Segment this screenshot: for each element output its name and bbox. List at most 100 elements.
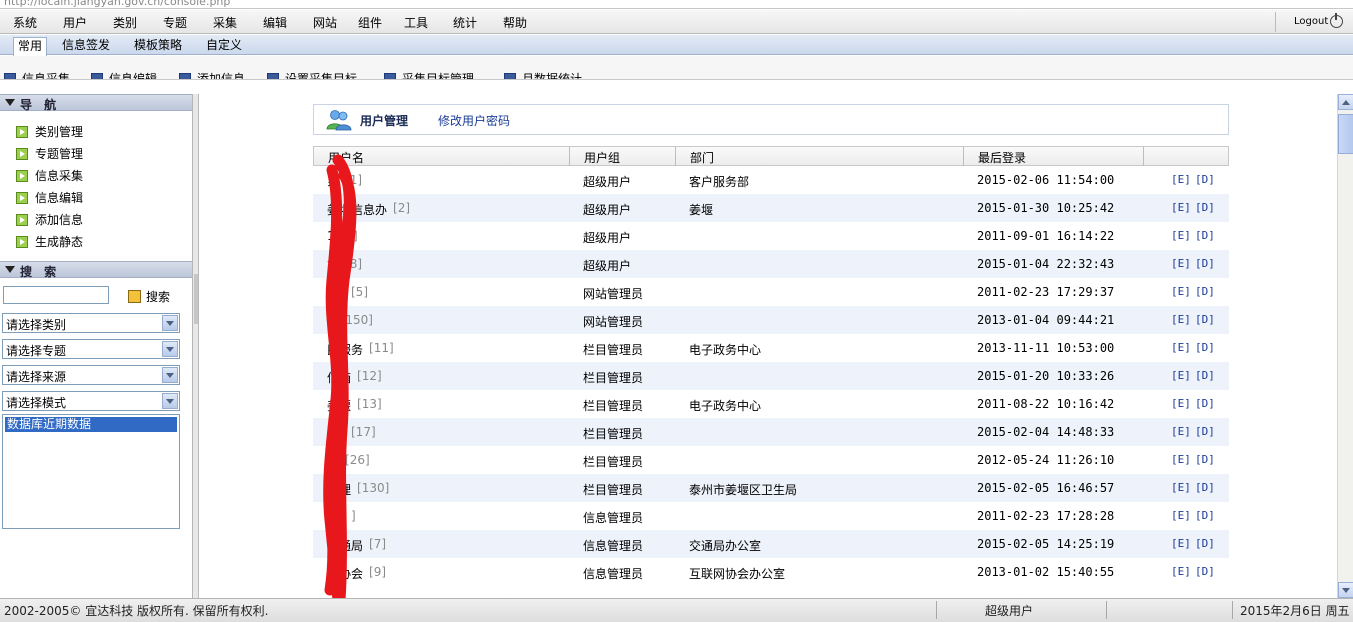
main-content: 用户管理 修改用户密码 用户名 用户组 部门 最后登录 系 [1] 超级用户 客户服务… bbox=[200, 94, 1337, 598]
nav-item-add[interactable]: 添加信息 bbox=[16, 211, 83, 229]
menu-topic[interactable]: 专题 bbox=[163, 14, 187, 31]
mode-select[interactable]: 请选择模式 bbox=[2, 391, 180, 411]
menu-category[interactable]: 类别 bbox=[113, 14, 137, 31]
cell-user-id: [13] bbox=[357, 397, 382, 411]
edit-link[interactable]: [E] bbox=[1171, 537, 1191, 550]
menu-stats[interactable]: 统计 bbox=[453, 14, 477, 31]
vertical-scrollbar[interactable] bbox=[1337, 94, 1353, 598]
menu-component[interactable]: 组件 bbox=[358, 14, 382, 31]
edit-link[interactable]: [E] bbox=[1171, 369, 1191, 382]
list-option-recent[interactable]: 数据库近期数据 bbox=[5, 417, 177, 432]
delete-link[interactable]: [D] bbox=[1195, 201, 1215, 214]
cell-user-id: [8] bbox=[345, 257, 363, 271]
tab-common[interactable]: 常用 bbox=[13, 37, 48, 56]
delete-link[interactable]: [D] bbox=[1195, 369, 1215, 382]
search-icon bbox=[128, 290, 141, 303]
edit-link[interactable]: [E] bbox=[1171, 201, 1191, 214]
delete-link[interactable]: [D] bbox=[1195, 173, 1215, 186]
toolbar-monthly-stats[interactable]: 月数据统计 bbox=[504, 70, 582, 79]
delete-link[interactable]: [D] bbox=[1195, 453, 1215, 466]
cell-last-login: 2015-02-05 14:25:19 bbox=[977, 537, 1115, 551]
menu-collect[interactable]: 采集 bbox=[213, 14, 237, 31]
delete-link[interactable]: [D] bbox=[1195, 537, 1215, 550]
cell-group: 信息管理员 bbox=[583, 511, 644, 525]
logout-button[interactable]: Logout bbox=[1275, 12, 1349, 32]
cell-user-id: [6] bbox=[340, 229, 358, 243]
delete-link[interactable]: [D] bbox=[1195, 229, 1215, 242]
delete-link[interactable]: [D] bbox=[1195, 285, 1215, 298]
search-section-header[interactable]: 搜 索 bbox=[0, 261, 192, 279]
tab-publish[interactable]: 信息签发 bbox=[58, 37, 114, 54]
menu-tools[interactable]: 工具 bbox=[404, 14, 428, 31]
col-group[interactable]: 用户组 bbox=[584, 149, 620, 166]
delete-link[interactable]: [D] bbox=[1195, 257, 1215, 270]
menu-user[interactable]: 用户 bbox=[63, 14, 87, 31]
address-bar[interactable]: http://localh.jiangyan.gov.cn/console.ph… bbox=[0, 0, 1353, 9]
edit-link[interactable]: [E] bbox=[1171, 481, 1191, 494]
edit-link[interactable]: [E] bbox=[1171, 397, 1191, 410]
menu-system[interactable]: 系统 bbox=[13, 14, 37, 31]
cell-username: 1 bbox=[327, 229, 335, 243]
tab-custom[interactable]: 自定义 bbox=[202, 37, 246, 54]
change-password-link[interactable]: 修改用户密码 bbox=[438, 112, 510, 129]
tab-template[interactable]: 模板策略 bbox=[130, 37, 186, 54]
nav-item-static[interactable]: 生成静态 bbox=[16, 233, 83, 251]
scroll-up-button[interactable] bbox=[1338, 94, 1353, 110]
edit-link[interactable]: [E] bbox=[1171, 453, 1191, 466]
search-button[interactable]: 搜索 bbox=[128, 288, 170, 305]
edit-link[interactable]: [E] bbox=[1171, 229, 1191, 242]
table-header: 用户名 用户组 部门 最后登录 bbox=[313, 146, 1229, 166]
toolbar-add[interactable]: 添加信息 bbox=[179, 70, 245, 79]
cell-username: 网协会 bbox=[327, 567, 364, 581]
edit-link[interactable]: [E] bbox=[1171, 257, 1191, 270]
delete-link[interactable]: [D] bbox=[1195, 425, 1215, 438]
delete-link[interactable]: [D] bbox=[1195, 509, 1215, 522]
topic-select[interactable]: 请选择专题 bbox=[2, 339, 180, 359]
category-select[interactable]: 请选择类别 bbox=[2, 313, 180, 333]
menu-help[interactable]: 帮助 bbox=[503, 14, 527, 31]
edit-link[interactable]: [E] bbox=[1171, 341, 1191, 354]
source-select[interactable]: 请选择来源 bbox=[2, 365, 180, 385]
scroll-thumb[interactable] bbox=[1338, 114, 1353, 154]
delete-link[interactable]: [D] bbox=[1195, 341, 1215, 354]
nav-item-edit[interactable]: 信息编辑 bbox=[16, 189, 83, 207]
delete-link[interactable]: [D] bbox=[1195, 481, 1215, 494]
cell-user-id: [12] bbox=[357, 369, 382, 383]
cell-group: 栏目管理员 bbox=[583, 483, 644, 497]
cell-username: 员 bbox=[327, 455, 340, 469]
toolbar-set-target[interactable]: 设置采集目标 bbox=[267, 70, 357, 79]
edit-link[interactable]: [E] bbox=[1171, 285, 1191, 298]
col-username[interactable]: 用户名 bbox=[328, 149, 364, 166]
data-source-listbox[interactable]: 数据库近期数据 bbox=[2, 414, 180, 529]
edit-link[interactable]: [E] bbox=[1171, 509, 1191, 522]
col-department[interactable]: 部门 bbox=[690, 149, 714, 166]
arrow-right-icon bbox=[16, 148, 28, 160]
edit-link[interactable]: [E] bbox=[1171, 313, 1191, 326]
cell-last-login: 2015-01-30 10:25:42 bbox=[977, 201, 1115, 215]
menu-website[interactable]: 网站 bbox=[313, 14, 337, 31]
search-input[interactable] bbox=[3, 286, 109, 304]
cell-department: 姜堰 bbox=[689, 203, 714, 217]
sidebar-splitter[interactable] bbox=[193, 94, 199, 598]
delete-link[interactable]: [D] bbox=[1195, 397, 1215, 410]
nav-section-header[interactable]: 导 航 bbox=[0, 94, 192, 112]
edit-link[interactable]: [E] bbox=[1171, 173, 1191, 186]
nav-item-topic[interactable]: 专题管理 bbox=[16, 145, 83, 163]
menu-edit[interactable]: 编辑 bbox=[263, 14, 287, 31]
edit-link[interactable]: [E] bbox=[1171, 565, 1191, 578]
chevron-down-icon bbox=[162, 341, 178, 357]
toolbar-collect[interactable]: 信息采集 bbox=[4, 70, 70, 79]
toolbar-edit[interactable]: 信息编辑 bbox=[91, 70, 157, 79]
cell-last-login: 2011-02-23 17:28:28 bbox=[977, 509, 1115, 523]
scroll-down-button[interactable] bbox=[1338, 582, 1353, 598]
toolbar-target-manage[interactable]: 采集目标管理 bbox=[384, 70, 474, 79]
cell-username: 高 bbox=[327, 259, 340, 273]
nav-item-category[interactable]: 类别管理 bbox=[16, 123, 83, 141]
cell-user-id: [150] bbox=[340, 313, 373, 327]
col-last-login[interactable]: 最后登录 bbox=[978, 149, 1026, 166]
delete-link[interactable]: [D] bbox=[1195, 313, 1215, 326]
nav-item-collect[interactable]: 信息采集 bbox=[16, 167, 83, 185]
edit-link[interactable]: [E] bbox=[1171, 425, 1191, 438]
cell-department: 电子政务中心 bbox=[689, 399, 762, 413]
delete-link[interactable]: [D] bbox=[1195, 565, 1215, 578]
